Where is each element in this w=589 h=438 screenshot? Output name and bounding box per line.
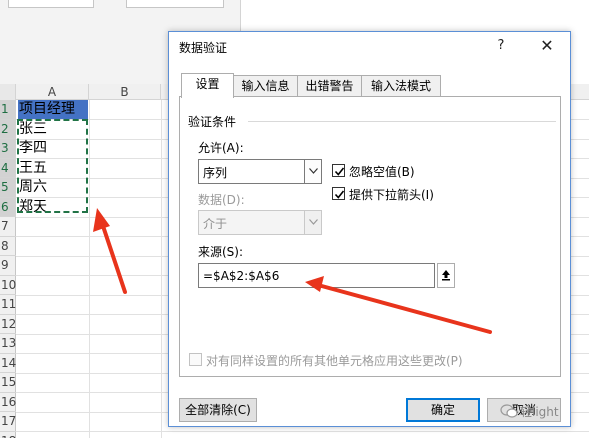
row-header[interactable]: 4 bbox=[0, 158, 16, 179]
dropdown-arrow-checkbox[interactable] bbox=[332, 187, 345, 200]
ignore-blank-checkbox-row[interactable]: 忽略空值(B) bbox=[332, 163, 432, 179]
row-header[interactable]: 6 bbox=[0, 197, 16, 218]
collapse-dialog-button[interactable] bbox=[437, 263, 455, 288]
ignore-blank-label: 忽略空值(B) bbox=[349, 165, 415, 179]
data-select: 介于 bbox=[198, 210, 322, 235]
copy-selection-marquee bbox=[17, 119, 88, 213]
tab-settings[interactable]: 设置 bbox=[181, 73, 234, 98]
source-input-value: =$A$2:$A$6 bbox=[203, 269, 280, 283]
row-headers: 1 2 3 4 5 6 7 8 9 10 11 12 13 14 15 16 1… bbox=[0, 100, 16, 438]
ribbon-control[interactable] bbox=[8, 0, 94, 8]
apply-all-checkbox bbox=[189, 353, 202, 366]
row-header[interactable]: 15 bbox=[0, 373, 16, 393]
column-header-b[interactable]: B bbox=[89, 84, 161, 100]
watermark-text: 轻light bbox=[520, 405, 559, 419]
ignore-blank-checkbox[interactable] bbox=[332, 164, 345, 177]
ribbon-control[interactable] bbox=[126, 0, 224, 8]
row-header[interactable]: 14 bbox=[0, 354, 16, 374]
wechat-icon bbox=[500, 404, 518, 418]
allow-label: 允许(A): bbox=[198, 141, 244, 155]
dialog-title-bar[interactable]: 数据验证 ? ✕ bbox=[169, 32, 570, 62]
row-header[interactable]: 7 bbox=[0, 217, 16, 237]
section-title: 验证条件 bbox=[188, 115, 237, 129]
data-select-value: 介于 bbox=[203, 217, 228, 231]
row-header[interactable]: 8 bbox=[0, 237, 16, 257]
dialog-title: 数据验证 bbox=[179, 41, 228, 55]
gridline bbox=[89, 100, 90, 438]
row-header[interactable]: 9 bbox=[0, 256, 16, 276]
section-divider bbox=[248, 121, 556, 122]
help-button[interactable]: ? bbox=[494, 38, 508, 54]
row-header[interactable]: 1 bbox=[0, 100, 16, 120]
allow-select[interactable]: 序列 bbox=[198, 159, 322, 184]
watermark: 轻light bbox=[498, 400, 589, 422]
allow-select-value: 序列 bbox=[203, 166, 228, 180]
apply-all-checkbox-row: 对有同样设置的所有其他单元格应用这些更改(P) bbox=[189, 352, 489, 368]
apply-all-label: 对有同样设置的所有其他单元格应用这些更改(P) bbox=[206, 354, 463, 368]
range-select-icon bbox=[442, 270, 450, 281]
cell-a1-header[interactable]: 项目经理 bbox=[18, 100, 88, 119]
gridline bbox=[161, 100, 162, 438]
chevron-down-icon[interactable] bbox=[304, 160, 321, 183]
source-input[interactable]: =$A$2:$A$6 bbox=[198, 263, 435, 288]
row-header[interactable]: 10 bbox=[0, 276, 16, 296]
column-header-a[interactable]: A bbox=[16, 84, 89, 100]
tab-ime-mode[interactable]: 输入法模式 bbox=[361, 75, 441, 97]
data-label: 数据(D): bbox=[198, 193, 245, 207]
row-header[interactable]: 17 bbox=[0, 412, 16, 432]
row-header[interactable]: 13 bbox=[0, 334, 16, 354]
row-header[interactable]: 3 bbox=[0, 139, 16, 159]
row-header[interactable]: 11 bbox=[0, 295, 16, 315]
row-header[interactable]: 5 bbox=[0, 178, 16, 198]
source-label: 来源(S): bbox=[198, 245, 244, 259]
row-header[interactable]: 18 bbox=[0, 432, 16, 438]
close-button[interactable]: ✕ bbox=[537, 36, 557, 56]
settings-panel: 验证条件 允许(A): 序列 忽略空值(B) 提供下拉箭头(I) 数据(D): … bbox=[179, 96, 561, 377]
tab-error-alert[interactable]: 出错警告 bbox=[297, 75, 362, 97]
dropdown-arrow-label: 提供下拉箭头(I) bbox=[349, 188, 434, 202]
chevron-down-icon bbox=[304, 211, 321, 234]
ok-button[interactable]: 确定 bbox=[406, 398, 480, 422]
data-validation-dialog: 数据验证 ? ✕ 设置 输入信息 出错警告 输入法模式 验证条件 允许(A): … bbox=[168, 31, 571, 427]
row-header[interactable]: 2 bbox=[0, 119, 16, 140]
dropdown-arrow-checkbox-row[interactable]: 提供下拉箭头(I) bbox=[332, 186, 452, 202]
row-header[interactable]: 12 bbox=[0, 315, 16, 335]
row-header[interactable]: 16 bbox=[0, 393, 16, 413]
select-all-corner[interactable] bbox=[0, 84, 16, 100]
clear-all-button[interactable]: 全部清除(C) bbox=[179, 398, 257, 422]
tab-input-message[interactable]: 输入信息 bbox=[233, 75, 298, 97]
gridline bbox=[16, 431, 589, 432]
